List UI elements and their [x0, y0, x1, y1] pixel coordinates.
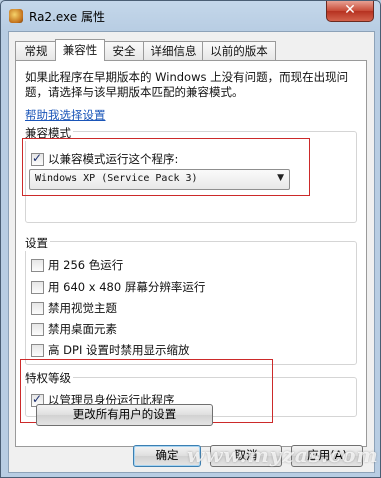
dialog-client: 常规 兼容性 安全 详细信息 以前的版本 如果此程序在早期版本的 Windows… — [8, 31, 375, 473]
properties-window: Ra2.exe 属性 ✕ 常规 兼容性 安全 详细信息 以前的版本 如果此程序在… — [0, 0, 381, 478]
change-all-users-button[interactable]: 更改所有用户的设置 — [36, 404, 213, 426]
tab-label: 兼容性 — [62, 43, 98, 57]
settings-title: 设置 — [23, 235, 50, 251]
setting-label: 用 256 色运行 — [48, 258, 124, 272]
checkbox-icon[interactable] — [31, 302, 44, 315]
checkbox-icon[interactable] — [31, 344, 44, 357]
setting-disable-visual-themes[interactable]: 禁用视觉主题 — [31, 301, 291, 316]
apply-button[interactable]: 应用(A) — [291, 445, 363, 467]
tab-security[interactable]: 安全 — [103, 41, 145, 60]
setting-label: 禁用桌面元素 — [48, 322, 117, 336]
tab-compatibility[interactable]: 兼容性 — [55, 39, 105, 61]
close-button[interactable]: ✕ — [326, 1, 374, 22]
setting-disable-desktop-composition[interactable]: 禁用桌面元素 — [31, 322, 291, 337]
tab-label: 安全 — [112, 44, 136, 58]
intro-text: 如果此程序在早期版本的 Windows 上没有问题，而现在出现问题，请选择与该早… — [25, 70, 349, 99]
checkbox-icon[interactable] — [31, 281, 44, 294]
app-icon — [9, 9, 23, 23]
tab-label: 详细信息 — [150, 44, 197, 58]
compatibility-panel: 如果此程序在早期版本的 Windows 上没有问题，而现在出现问题，请选择与该早… — [15, 60, 367, 447]
tab-details[interactable]: 详细信息 — [143, 41, 204, 60]
title-bar[interactable]: Ra2.exe 属性 ✕ — [1, 1, 380, 31]
setting-256-colors[interactable]: 用 256 色运行 — [31, 258, 291, 273]
setting-disable-dpi-scaling[interactable]: 高 DPI 设置时禁用显示缩放 — [31, 343, 291, 358]
ok-button[interactable]: 确定 — [133, 445, 201, 467]
tab-label: 以前的版本 — [210, 44, 268, 58]
cancel-button[interactable]: 取消 — [210, 445, 282, 467]
setting-640x480[interactable]: 用 640 x 480 屏幕分辨率运行 — [31, 280, 291, 295]
close-icon: ✕ — [344, 2, 356, 18]
tab-label: 常规 — [24, 44, 48, 58]
tab-general[interactable]: 常规 — [15, 41, 57, 60]
window-title: Ra2.exe 属性 — [29, 10, 105, 24]
checkbox-icon[interactable] — [31, 259, 44, 272]
setting-label: 禁用视觉主题 — [48, 301, 117, 315]
tab-previous-versions[interactable]: 以前的版本 — [202, 41, 276, 60]
setting-label: 用 640 x 480 屏幕分辨率运行 — [48, 280, 206, 294]
help-me-choose-link[interactable]: 帮助我选择设置 — [25, 107, 106, 123]
checkbox-icon[interactable] — [31, 323, 44, 336]
setting-label: 高 DPI 设置时禁用显示缩放 — [48, 343, 190, 357]
highlight-box-compat — [22, 138, 310, 196]
